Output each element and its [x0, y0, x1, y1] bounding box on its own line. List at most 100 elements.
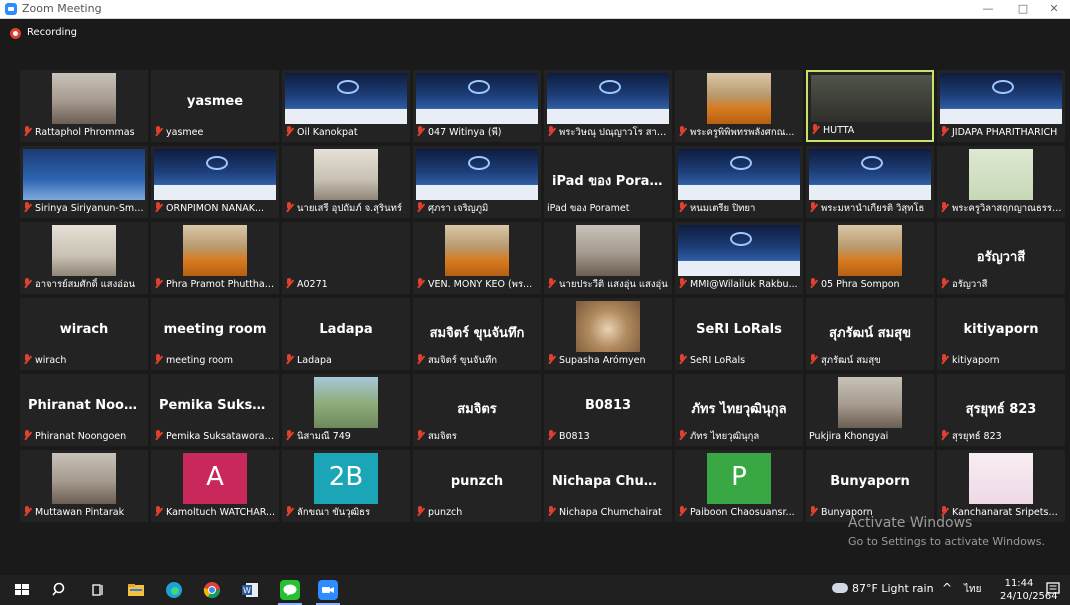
participant-name: iPad ของ Poramet — [547, 203, 630, 214]
participant-tile[interactable]: A0271 — [282, 222, 410, 294]
participant-name: Sirinya Siriyanun-Smith — [35, 203, 145, 214]
participant-tile[interactable]: Kanchanarat Sripetsu... — [937, 450, 1065, 522]
word-icon[interactable]: W — [240, 580, 260, 600]
participant-display-name: สมจิตร์ ขุนจันทึก — [429, 326, 525, 342]
weather-widget[interactable]: 87°F Light rain — [832, 582, 934, 595]
participant-tile[interactable]: 2B ลักขณา ขันวุฒิธร — [282, 450, 410, 522]
participant-tile[interactable]: Rattaphol Phrommas — [20, 70, 148, 142]
participant-tile[interactable]: iPad ของ Poramet iPad ของ Poramet — [544, 146, 672, 218]
participant-name: Pukjira Khongyai — [809, 431, 889, 442]
participant-tile[interactable]: wirach wirach — [20, 298, 148, 370]
participant-video — [940, 73, 1062, 124]
participant-name: SeRI LoRals — [690, 355, 746, 366]
svg-text:W: W — [243, 586, 251, 595]
participant-nameplate: ORNPIMON NANAK... — [154, 202, 276, 216]
muted-mic-icon — [547, 278, 556, 288]
muted-mic-icon — [809, 202, 818, 212]
participant-nameplate: พระครูวิลาสฤกญาณธรรม... — [940, 202, 1062, 216]
participant-tile[interactable]: VEN. MONY KEO (พร... — [413, 222, 541, 294]
participant-video — [445, 225, 509, 276]
participant-tile[interactable]: Pemika Suksata... Pemika Suksataworap... — [151, 374, 279, 446]
participant-nameplate: นายประวีติ แสงอุ่น แสงอุ่น — [547, 278, 669, 292]
participant-tile[interactable]: Pukjira Khongyai — [806, 374, 934, 446]
participant-video — [52, 73, 116, 124]
participant-tile[interactable]: พระครูพิพิพทรพลังศกณ... — [675, 70, 803, 142]
participant-nameplate: HUTTA — [811, 124, 929, 138]
participant-tile[interactable]: Ladapa Ladapa — [282, 298, 410, 370]
participant-tile[interactable]: Sirinya Siriyanun-Smith — [20, 146, 148, 218]
participant-display-name: Ladapa — [319, 322, 373, 338]
participant-tile[interactable]: kitiyaporn kitiyaporn — [937, 298, 1065, 370]
participant-tile[interactable]: MMI@Wilailuk Rakbu... — [675, 222, 803, 294]
participant-tile[interactable]: ORNPIMON NANAK... — [151, 146, 279, 218]
participant-tile[interactable]: Nichapa Chumc... Nichapa Chumchairat — [544, 450, 672, 522]
participant-nameplate: Supasha Arómyen — [547, 354, 669, 368]
edge-browser-icon[interactable] — [164, 580, 184, 600]
muted-mic-icon — [23, 354, 32, 364]
notifications-icon[interactable] — [1046, 581, 1060, 600]
participant-nameplate: meeting room — [154, 354, 276, 368]
participant-tile[interactable]: punzch punzch — [413, 450, 541, 522]
participant-tile[interactable]: ศุภรา เจริญภูมิ — [413, 146, 541, 218]
participant-tile[interactable]: ภัทร ไทยวุฒินุกุล ภัทร ไทยวุฒินุกุล — [675, 374, 803, 446]
participant-name: อรัญวาสี — [952, 279, 988, 290]
participant-tile[interactable]: Muttawan Pintarak — [20, 450, 148, 522]
participant-nameplate: Phiranat Noongoen — [23, 430, 145, 444]
participant-tile[interactable]: 047 Witinya (พี) — [413, 70, 541, 142]
participant-tile[interactable]: P Paiboon Chaosuansr... — [675, 450, 803, 522]
muted-mic-icon — [285, 354, 294, 364]
participant-tile[interactable]: พระวิษณุ ปณฺญาวโร สาย... — [544, 70, 672, 142]
windows-start-icon[interactable] — [12, 580, 32, 600]
participant-tile[interactable]: พระครูวิลาสฤกญาณธรรม... — [937, 146, 1065, 218]
search-icon[interactable] — [50, 580, 70, 600]
participant-tile[interactable]: HUTTA — [806, 70, 934, 142]
participant-tile[interactable]: สมจิตร์ ขุนจันทึก สมจิตร์ ขุนจันทึก — [413, 298, 541, 370]
participant-name: สุรยุทธ์ 823 — [952, 431, 1002, 442]
participant-display-name: punzch — [450, 474, 504, 490]
muted-mic-icon — [940, 354, 949, 364]
participant-tile[interactable]: JIDAPA PHARITHARICH — [937, 70, 1065, 142]
participant-tile[interactable]: อาจารย์สมศักดิ์ แสงอ่อน — [20, 222, 148, 294]
participant-video — [576, 225, 640, 276]
participant-tile[interactable]: นิสามณี 749 — [282, 374, 410, 446]
file-explorer-icon[interactable] — [126, 580, 146, 600]
participant-tile[interactable]: นายประวีติ แสงอุ่น แสงอุ่น — [544, 222, 672, 294]
participant-tile[interactable]: สุภรัฒน์ สมสุข สุภรัฒน์ สมสุข — [806, 298, 934, 370]
participant-tile[interactable]: SeRI LoRals SeRI LoRals — [675, 298, 803, 370]
participant-tile[interactable]: Bunyaporn Bunyaporn — [806, 450, 934, 522]
participant-tile[interactable]: อรัญวาสี อรัญวาสี — [937, 222, 1065, 294]
participant-tile[interactable]: A Kamoltuch WATCHAR... — [151, 450, 279, 522]
muted-mic-icon — [285, 430, 294, 440]
muted-mic-icon — [547, 506, 556, 516]
participant-tile[interactable]: สุรยุทธ์ 823 สุรยุทธ์ 823 — [937, 374, 1065, 446]
clock[interactable]: 11:44 24/10/2564 — [1000, 577, 1058, 603]
activate-title: Activate Windows — [848, 515, 973, 531]
muted-mic-icon — [547, 126, 556, 136]
task-view-icon[interactable] — [88, 580, 108, 600]
participant-tile[interactable]: สมจิตร สมจิตร — [413, 374, 541, 446]
participant-display-name: สุรยุทธ์ 823 — [965, 402, 1037, 418]
participant-name: ศุภรา เจริญภูมิ — [428, 203, 489, 214]
participant-tile[interactable]: Oil Kanokpat — [282, 70, 410, 142]
participant-tile[interactable]: นายเสรี อุปถัมภ์ จ.สุรินทร์ — [282, 146, 410, 218]
input-language[interactable]: ไทย — [964, 582, 981, 597]
participant-tile[interactable]: B0813 B0813 — [544, 374, 672, 446]
participant-tile[interactable]: พระมหานำเกียรติ วิสุทโธ — [806, 146, 934, 218]
participant-nameplate: wirach — [23, 354, 145, 368]
chrome-browser-icon[interactable] — [202, 580, 222, 600]
participant-tile[interactable]: yasmee yasmee — [151, 70, 279, 142]
participant-name: Supasha Arómyen — [559, 355, 646, 366]
participant-video — [23, 149, 145, 200]
participant-nameplate: Phra Pramot Phutthat... — [154, 278, 276, 292]
participant-tile[interactable]: หนมเตรีย ปิทยา — [675, 146, 803, 218]
line-app-icon[interactable] — [280, 580, 300, 600]
muted-mic-icon — [678, 506, 687, 516]
participant-tile[interactable]: Supasha Arómyen — [544, 298, 672, 370]
participant-tile[interactable]: Phra Pramot Phutthat... — [151, 222, 279, 294]
participant-tile[interactable]: meeting room meeting room — [151, 298, 279, 370]
participant-tile[interactable]: Phiranat Noong... Phiranat Noongoen — [20, 374, 148, 446]
zoom-taskbar-icon[interactable] — [318, 580, 338, 600]
participant-tile[interactable]: 05 Phra Sompon — [806, 222, 934, 294]
chevron-up-icon[interactable]: ^ — [942, 581, 952, 595]
participant-video: 2B — [314, 453, 378, 504]
